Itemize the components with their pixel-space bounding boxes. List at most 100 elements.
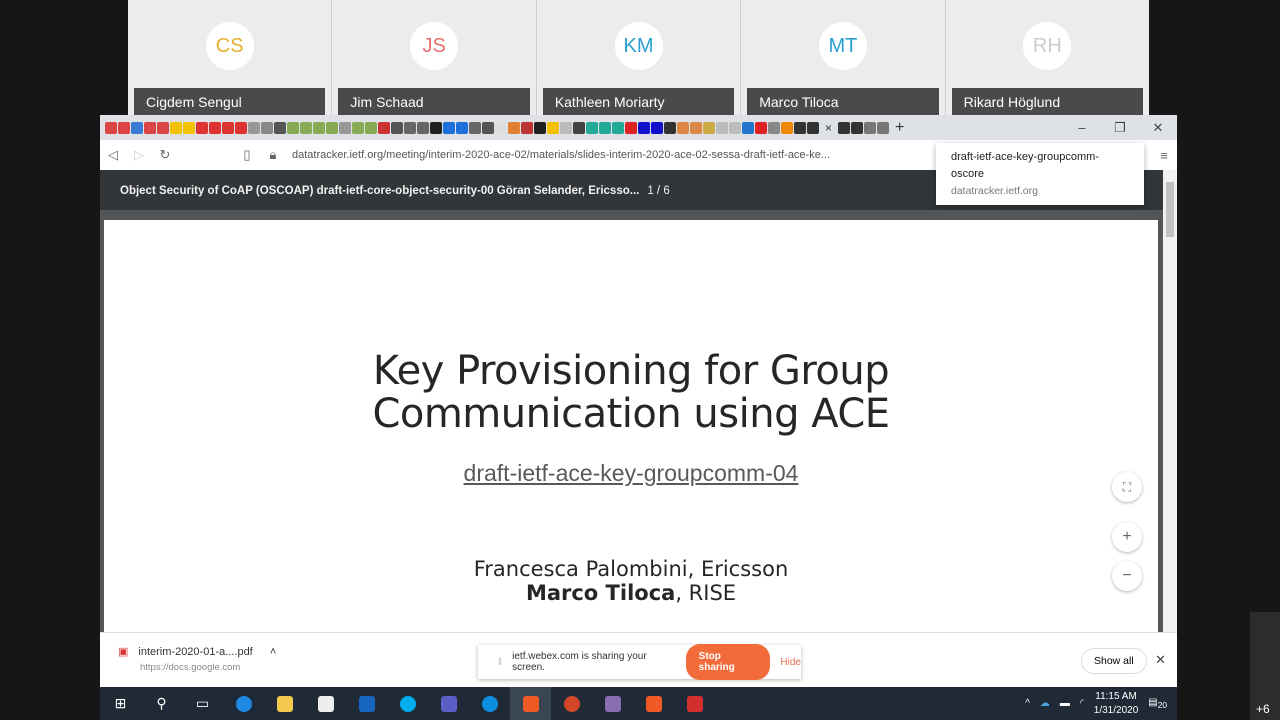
minimize-icon[interactable]: – bbox=[1063, 120, 1101, 136]
tab-favicon-icon[interactable] bbox=[586, 121, 598, 134]
tab-favicon-icon[interactable] bbox=[534, 121, 546, 134]
zoom-in-button[interactable]: + bbox=[1112, 522, 1142, 552]
tab-favicon-icon[interactable] bbox=[495, 121, 507, 134]
close-window-icon[interactable]: ✕ bbox=[1139, 120, 1177, 136]
menu-icon[interactable]: ≡ bbox=[1151, 148, 1177, 163]
tab-favicon-icon[interactable] bbox=[469, 121, 481, 134]
task-view-icon[interactable]: ▭ bbox=[182, 687, 223, 720]
tab-favicon-icon[interactable] bbox=[755, 121, 767, 134]
tab-favicon-icon[interactable] bbox=[209, 121, 221, 134]
tab-favicon-icon[interactable] bbox=[118, 121, 130, 134]
back-icon[interactable]: ◁ bbox=[100, 147, 126, 163]
file-explorer-icon[interactable] bbox=[264, 687, 305, 720]
tab-favicon-icon[interactable] bbox=[365, 121, 377, 134]
sticky-notes-icon[interactable] bbox=[305, 687, 346, 720]
onenote-icon[interactable] bbox=[592, 687, 633, 720]
tab-favicon-icon[interactable] bbox=[664, 121, 676, 134]
clock[interactable]: 11:15 AM 1/31/2020 bbox=[1094, 690, 1139, 718]
restore-icon[interactable]: ❐ bbox=[1101, 120, 1139, 136]
tab-favicon-icon[interactable] bbox=[287, 121, 299, 134]
forward-icon[interactable]: ▷ bbox=[126, 147, 152, 163]
download-item[interactable]: ▣ interim-2020-01-a....pdf ˄ https://docs… bbox=[118, 645, 276, 673]
tab-favicon-icon[interactable] bbox=[560, 121, 572, 134]
brave-icon[interactable] bbox=[510, 687, 551, 720]
tab-favicon-icon[interactable] bbox=[456, 121, 468, 134]
tab-favicon-icon[interactable] bbox=[690, 121, 702, 134]
brave-icon-2[interactable] bbox=[633, 687, 674, 720]
zoom-out-button[interactable]: − bbox=[1112, 561, 1142, 591]
skype-business-icon[interactable] bbox=[469, 687, 510, 720]
draft-link[interactable]: draft-ietf-ace-key-groupcomm-04 bbox=[104, 460, 1158, 487]
tab-favicon-icon[interactable] bbox=[157, 121, 169, 134]
tab-favicon-icon[interactable] bbox=[807, 121, 819, 134]
scrollbar[interactable] bbox=[1163, 170, 1177, 632]
close-icon[interactable]: ✕ bbox=[1155, 652, 1166, 668]
tab-favicon-icon[interactable] bbox=[851, 121, 864, 134]
more-participants[interactable]: +6 bbox=[1256, 702, 1270, 716]
tab-favicon-icon[interactable] bbox=[768, 121, 780, 134]
tab-favicon-icon[interactable] bbox=[612, 121, 624, 134]
tab-favicon-icon[interactable] bbox=[794, 121, 806, 134]
hide-button[interactable]: Hide bbox=[780, 657, 801, 668]
tab-favicon-icon[interactable] bbox=[131, 121, 143, 134]
tab-favicon-icon[interactable] bbox=[300, 121, 312, 134]
tab-favicon-icon[interactable] bbox=[222, 121, 234, 134]
wifi-icon[interactable]: ◜ bbox=[1080, 698, 1084, 709]
tab-favicon-icon[interactable] bbox=[248, 121, 260, 134]
chevron-up-icon[interactable]: ˄ bbox=[270, 646, 276, 658]
tab-favicon-icon[interactable] bbox=[430, 121, 442, 134]
tab-favicon-icon[interactable] bbox=[443, 121, 455, 134]
tab-favicon-icon[interactable] bbox=[599, 121, 611, 134]
tab-favicon-icon[interactable] bbox=[838, 121, 851, 134]
tab-favicon-icon[interactable] bbox=[326, 121, 338, 134]
tab-favicon-icon[interactable] bbox=[651, 121, 663, 134]
participant-tile[interactable]: RH Rikard Höglund bbox=[945, 0, 1150, 115]
tab-favicon-icon[interactable] bbox=[716, 121, 728, 134]
participant-tile[interactable]: JS Jim Schaad bbox=[332, 0, 536, 115]
stop-sharing-button[interactable]: Stop sharing bbox=[685, 644, 771, 680]
tab-favicon-icon[interactable] bbox=[352, 121, 364, 134]
tab-favicon-icon[interactable] bbox=[573, 121, 585, 134]
fit-page-button[interactable]: ⛶ bbox=[1112, 472, 1142, 502]
onedrive-icon[interactable]: ☁ bbox=[1040, 698, 1050, 709]
tab-favicon-icon[interactable] bbox=[625, 121, 637, 134]
url-input[interactable]: datatracker.ietf.org/meeting/interim-202… bbox=[292, 149, 932, 161]
tab-favicon-icon[interactable] bbox=[144, 121, 156, 134]
new-tab-button[interactable]: + bbox=[895, 119, 904, 137]
edge-icon[interactable] bbox=[223, 687, 264, 720]
tab-favicon-icon[interactable] bbox=[521, 121, 533, 134]
tab-favicon-icon[interactable] bbox=[638, 121, 650, 134]
close-tab-icon[interactable]: × bbox=[825, 121, 832, 135]
tab-favicon-icon[interactable] bbox=[313, 121, 325, 134]
tab-favicon-icon[interactable] bbox=[703, 121, 715, 134]
tab-favicon-icon[interactable] bbox=[677, 121, 689, 134]
bookmark-icon[interactable]: ▯ bbox=[234, 147, 260, 163]
notifications-icon[interactable]: ▤20 bbox=[1148, 697, 1167, 710]
tab-favicon-icon[interactable] bbox=[170, 121, 182, 134]
skype-icon[interactable] bbox=[387, 687, 428, 720]
teams-icon[interactable] bbox=[428, 687, 469, 720]
acrobat-icon[interactable] bbox=[674, 687, 715, 720]
tab-favicon-icon[interactable] bbox=[877, 121, 890, 134]
show-all-button[interactable]: Show all bbox=[1081, 648, 1147, 674]
search-icon[interactable]: ⚲ bbox=[141, 687, 182, 720]
tab-favicon-icon[interactable] bbox=[261, 121, 273, 134]
tab-favicon-icon[interactable] bbox=[378, 121, 390, 134]
tab-favicon-icon[interactable] bbox=[339, 121, 351, 134]
network-icon[interactable]: ▬ bbox=[1060, 698, 1070, 709]
tab-favicon-icon[interactable] bbox=[417, 121, 429, 134]
tab-favicon-icon[interactable] bbox=[547, 121, 559, 134]
tab-favicon-icon[interactable] bbox=[781, 121, 793, 134]
tab-favicon-icon[interactable] bbox=[274, 121, 286, 134]
tab-favicon-icon[interactable] bbox=[864, 121, 877, 134]
tab-favicon-icon[interactable] bbox=[404, 121, 416, 134]
drag-handle-icon[interactable]: ‖ bbox=[498, 657, 502, 668]
participant-tile[interactable]: KM Kathleen Moriarty bbox=[536, 0, 741, 115]
tab-favicon-icon[interactable] bbox=[482, 121, 494, 134]
tab-favicon-icon[interactable] bbox=[183, 121, 195, 134]
outlook-icon[interactable] bbox=[346, 687, 387, 720]
tab-favicon-icon[interactable] bbox=[508, 121, 520, 134]
tab-favicon-icon[interactable] bbox=[105, 121, 117, 134]
reload-icon[interactable]: ↻ bbox=[152, 147, 178, 163]
scrollbar-thumb[interactable] bbox=[1166, 182, 1174, 237]
